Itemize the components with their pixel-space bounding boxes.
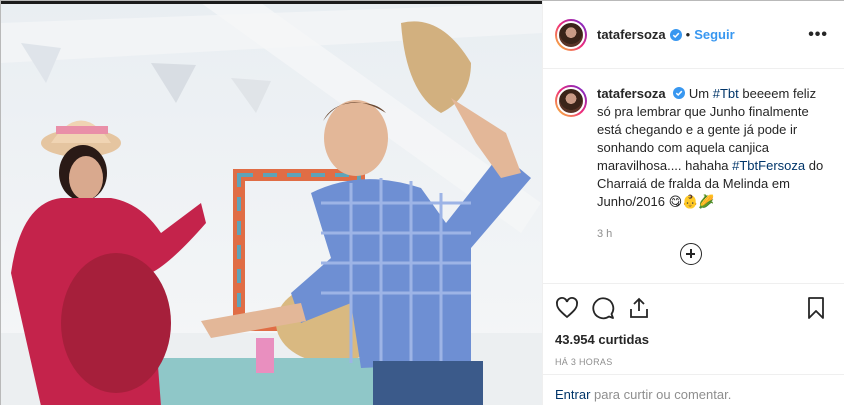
post-photo[interactable] [1,3,542,405]
comments-section: tatafersoza Um #Tbt beeeem feliz só pra … [543,69,844,283]
post-actions: 43.954 curtidas HÁ 3 HORAS Entrar para c… [543,283,844,405]
caption-time-ago: 3 h [597,228,613,240]
post-sidebar: tatafersoza • Seguir ••• tatafersoza Um … [542,1,844,405]
caption-avatar[interactable] [555,85,587,117]
author-username[interactable]: tatafersoza [597,27,666,42]
post-photo-image [1,3,542,405]
caption-part-1: Um [688,86,713,101]
more-options-button[interactable]: ••• [808,26,828,44]
hashtag-tbtfersoza[interactable]: #TbtFersoza [732,158,805,173]
verified-badge-icon [669,28,682,41]
hashtag-tbt[interactable]: #Tbt [713,86,739,101]
post-date: HÁ 3 HORAS [555,357,613,367]
comment-icon[interactable] [591,296,615,320]
add-comment-text: para curtir ou comentar. [590,387,732,402]
add-comment-bar: Entrar para curtir ou comentar. [543,374,844,405]
author-avatar[interactable] [555,18,587,51]
load-more-plus-icon[interactable] [680,243,702,265]
instagram-post: tatafersoza • Seguir ••• tatafersoza Um … [0,0,844,405]
heart-icon[interactable] [555,296,579,320]
verified-badge-icon [673,87,686,99]
login-link[interactable]: Entrar [555,387,590,402]
action-icons-row [555,284,828,332]
bookmark-icon[interactable] [804,296,828,320]
share-icon[interactable] [627,296,651,320]
post-header: tatafersoza • Seguir ••• [543,1,844,69]
likes-count[interactable]: 43.954 curtidas [555,332,828,347]
caption-text: tatafersoza Um #Tbt beeeem feliz só pra … [597,85,828,243]
caption: tatafersoza Um #Tbt beeeem feliz só pra … [555,85,828,243]
separator-dot: • [685,27,691,42]
caption-username[interactable]: tatafersoza [597,86,666,101]
follow-button[interactable]: Seguir [694,27,734,42]
